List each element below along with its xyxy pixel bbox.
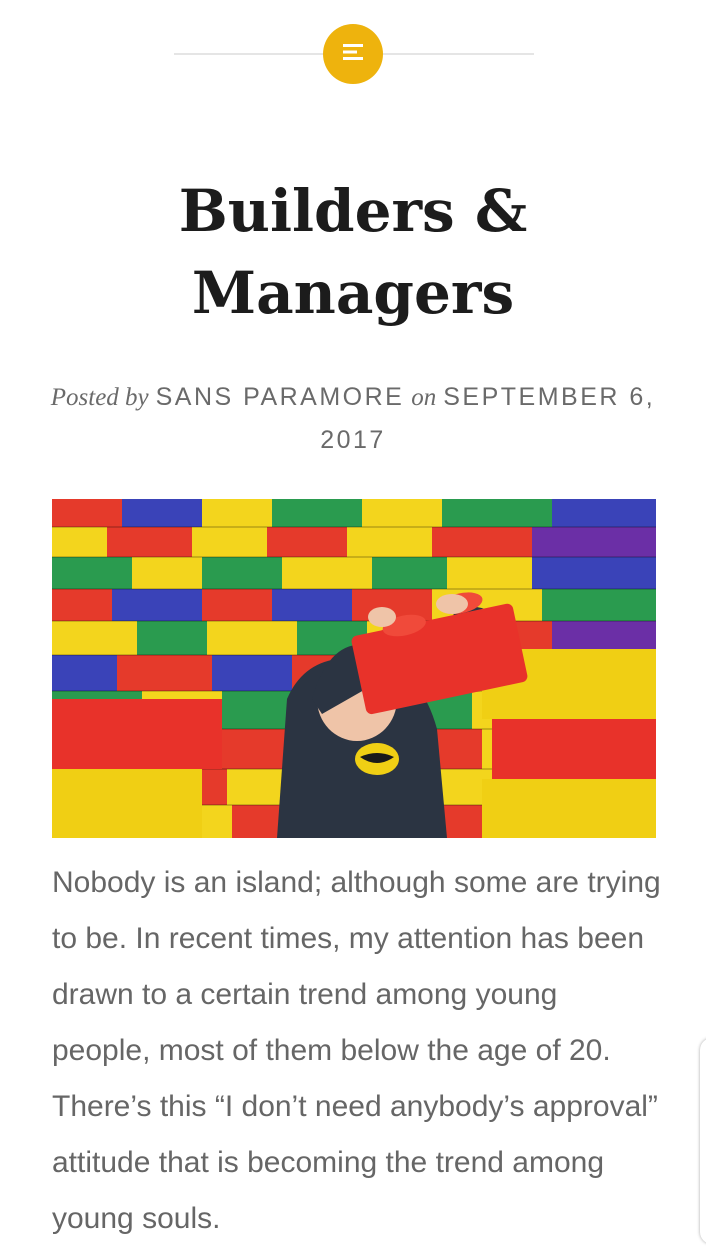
author-link[interactable]: SANS PARAMORE — [156, 383, 405, 411]
post-format-badge[interactable] — [323, 24, 383, 84]
posted-by-label: Posted by — [50, 384, 149, 411]
edge-panel-handle[interactable] — [700, 1038, 706, 1244]
featured-image[interactable] — [52, 499, 656, 838]
on-label: on — [411, 384, 437, 411]
post-title-line-1: Builders & — [178, 177, 528, 245]
post-title[interactable]: Builders & Managers — [40, 170, 666, 334]
post-title-line-2: Managers — [191, 259, 515, 327]
post-excerpt: Nobody is an island; although some are t… — [52, 866, 661, 1235]
standard-post-icon — [341, 42, 365, 67]
post-meta: Posted by SANS PARAMORE on SEPTEMBER 6, … — [40, 376, 666, 461]
